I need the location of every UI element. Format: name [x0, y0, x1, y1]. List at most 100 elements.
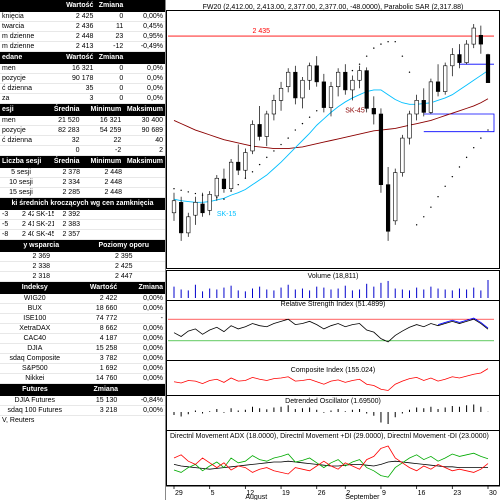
table-cell: Nikkei: [25, 375, 45, 382]
candle: [300, 79, 305, 99]
sar-dot: [287, 137, 289, 139]
table-cell: 2 418: [22, 221, 34, 228]
header-cell: Maksimum: [126, 158, 164, 165]
sar-dot: [408, 71, 411, 73]
header-cell: Średnia: [53, 106, 80, 113]
table-cell: 2 409: [22, 231, 34, 238]
candle: [371, 108, 376, 115]
sar-dot: [365, 55, 368, 57]
table-cell: 35: [85, 85, 94, 92]
table-cell: 2 448: [104, 169, 122, 176]
table-cell: 11: [115, 23, 124, 30]
support-box: [423, 113, 495, 133]
sar-dot: [480, 137, 482, 139]
candle: [343, 71, 348, 91]
x-tick-label: 26: [318, 490, 326, 497]
table-cell: 4 187: [99, 335, 118, 342]
header-cell: Wartość: [89, 284, 118, 291]
candle: [450, 54, 455, 67]
table-cell: twarcia: [2, 23, 25, 30]
table-row: 10 sesji 2 334 2 448: [0, 178, 165, 188]
table-cell: 0: [119, 13, 124, 20]
candle: [443, 65, 448, 92]
table-cell: 1 692: [99, 365, 118, 372]
table-cell: knięcia: [2, 13, 24, 20]
header-cell: Maksimum: [126, 106, 164, 113]
candle: [435, 81, 441, 92]
sar-dot: [308, 116, 311, 118]
candle: [286, 71, 291, 87]
table-cell: ć dzienna: [2, 85, 32, 92]
table-cell: CAC40: [23, 335, 47, 342]
table-cell: 16 321: [72, 65, 94, 72]
rsi-line: [173, 318, 489, 343]
market-data-header: edane Wartość Zmiana: [0, 52, 165, 64]
candle: [421, 100, 426, 113]
header-cell: Wartość: [66, 54, 94, 61]
data-panel: Wartość Zmiana knięcia 2 425 0 0,00% twarcia 2 …: [0, 0, 166, 500]
candle: [350, 79, 355, 91]
candle: [478, 34, 483, 45]
table-row: men 16 321 0 0,0%: [0, 64, 165, 74]
sar-dot: [373, 47, 375, 49]
header-cell: Wartość: [66, 2, 94, 9]
header-cell: ki średnich kroczących wg cen zamknięcia: [11, 200, 154, 207]
sar-dot: [465, 156, 468, 159]
month-label: August: [245, 494, 267, 500]
candle: [471, 27, 476, 45]
source-footer: V, Reuters: [2, 417, 35, 424]
table-row: -8 2 409SK-45 2 357: [0, 230, 165, 240]
table-cell: 14 760: [95, 375, 118, 382]
table-row: twarcia 2 436 11 0,45%: [0, 22, 165, 32]
table-row: -5 2 418SK-21 2 383: [0, 220, 165, 230]
sar-dot: [266, 156, 268, 159]
table-cell: 0,0%: [147, 95, 164, 102]
sar-dot: [394, 41, 396, 43]
table-cell: 2 383: [62, 221, 80, 228]
table-row: 15 sesji 2 285 2 448: [0, 188, 165, 198]
table-cell: -2: [115, 147, 122, 154]
table-cell: 2 448: [104, 189, 122, 196]
chart-panel: FW20 (2,412.00, 2,413.00, 2,377.00, 2,37…: [166, 0, 500, 501]
x-tick-label: 9: [382, 490, 386, 497]
technical-chart: FW20 (2,412.00, 2,413.00, 2,377.00, 2,37…: [166, 4, 500, 501]
table-cell: DJIA Futures: [14, 397, 56, 404]
table-cell: sdaq 100 Futures: [7, 407, 63, 414]
x-tick-label: 23: [453, 490, 461, 497]
table-cell: 0,00%: [143, 335, 164, 342]
x-tick-label: 16: [418, 490, 426, 497]
table-cell: 30 400: [141, 117, 164, 124]
candle: [179, 202, 184, 234]
sar-dot: [316, 110, 318, 112]
header-cell: edane: [2, 54, 23, 61]
candle: [264, 113, 269, 137]
table-row: sdaq Composite 3 782 0,00%: [0, 354, 165, 364]
table-cell: 0,00%: [143, 345, 164, 352]
table-row: S&P500 1 692 0,00%: [0, 364, 165, 374]
table-cell: [0, 146, 42, 155]
table-cell: SK-21: [36, 221, 54, 228]
moving-averages-header: ki średnich kroczących wg cen zamknięcia: [0, 198, 165, 210]
x-tick-label: 30: [489, 490, 497, 497]
table-cell: SK-45: [36, 231, 54, 238]
table-cell: 10 sesji: [9, 179, 33, 186]
table-row: ISE100 74 772 -: [0, 314, 165, 324]
table-cell: 2 436: [75, 23, 94, 30]
candle: [321, 81, 326, 108]
table-cell: 40: [155, 137, 164, 144]
table-cell: 15 130: [95, 397, 118, 404]
header-cell: Minimum: [90, 158, 122, 165]
table-row: WIG20 2 422 0,00%: [0, 294, 165, 304]
table-cell: 2 392: [62, 211, 80, 218]
panel-frame: [166, 300, 500, 361]
table-cell: -0,49%: [140, 43, 164, 50]
composite-title: Composite Index (155.024): [291, 367, 375, 374]
table-cell: 0,45%: [143, 23, 164, 30]
table-cell: SK-15: [36, 211, 54, 218]
table-cell: -12: [113, 43, 124, 50]
header-cell: Poziomy oporu: [98, 242, 150, 249]
table-cell: m dzienne: [2, 43, 35, 50]
header-cell: Zmiana: [93, 386, 118, 393]
sar-dot: [280, 143, 282, 146]
sk15-label: SK-15: [217, 211, 237, 218]
